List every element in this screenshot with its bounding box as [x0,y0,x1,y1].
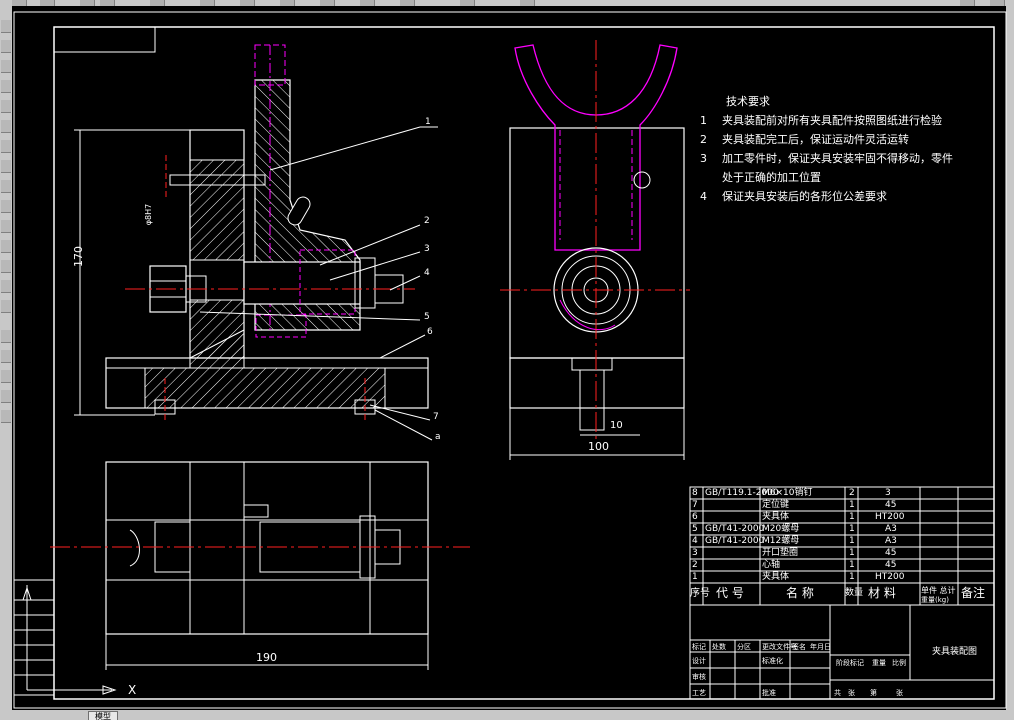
bom-material: 45 [885,500,897,510]
bom-material: A3 [885,536,897,546]
tb-label: 分区 [737,643,751,651]
bom-no: 3 [692,548,698,558]
tb-label: 批准 [762,689,776,697]
callout-a: a [435,432,441,442]
bom-no: 4 [692,536,698,546]
bom-name: 定位键 [762,500,790,510]
tb-label: 工艺 [692,689,706,697]
callout-7: 7 [433,412,439,422]
dimension-fit-10: 10 [610,420,623,431]
bom-name: M6×10销钉 [762,488,813,498]
tb-label: 共 [834,689,841,697]
bom-no: 1 [692,572,698,582]
tb-label: 阶段标记 [836,659,864,667]
bom-qty: 1 [849,500,855,510]
note-item: 处于正确的加工位置 [722,171,821,184]
dimension-190: 190 [256,651,277,664]
bom-name: 夹具体 [762,572,790,582]
bom-header-material: 材 料 [868,586,896,600]
ucs-icon [13,579,117,696]
bom-no: 7 [692,500,698,510]
bom-qty: 1 [849,572,855,582]
top-view [50,461,470,670]
tb-label: 张 [848,689,855,697]
bom-qty: 1 [849,512,855,522]
bom-qty: 1 [849,536,855,546]
callout-3: 3 [424,244,430,254]
tb-label: 年月日 [810,643,831,651]
tb-label: 处数 [712,643,726,651]
bom-material: HT200 [875,512,905,522]
dimension-100: 100 [588,440,609,453]
bom-qty: 1 [849,560,855,570]
bom-material: A3 [885,524,897,534]
bom-header-no: 序号 [690,588,710,599]
side-view [500,40,690,460]
bom-code: GB/T41-2000 [705,524,765,534]
tb-label: 比例 [892,659,906,667]
note-item: 3 加工零件时，保证夹具安装牢固不得移动，零件 [700,152,953,165]
callout-6: 6 [427,327,433,337]
bom-name: 开口垫圈 [762,548,799,558]
bom-name: 心轴 [762,560,781,570]
callout-4: 4 [424,268,430,278]
bom-qty: 1 [849,524,855,534]
tb-label: 签名 [792,643,806,651]
bom-code: GB/T41-2000 [705,536,765,546]
front-section-view [74,44,438,441]
bom-name: 夹具体 [762,512,790,522]
note-item: 1 夹具装配前对所有夹具配件按照图纸进行检验 [700,114,942,127]
drawing-title: 夹具装配图 [932,647,978,657]
dimension-170: 170 [72,246,85,267]
bom-material: 45 [885,548,897,558]
tb-label: 第 [870,689,877,697]
bom-header-note: 备注 [961,586,986,600]
tb-label: 审核 [692,673,706,681]
tb-label: 设计 [692,657,706,665]
bom-no: 6 [692,512,698,522]
tb-label: 标准化 [762,657,783,665]
bom-header-weight-unit: 重量(kg) [921,596,949,604]
note-item: 2 夹具装配完工后，保证运动件灵活运转 [700,133,909,146]
ucs-x-label: X [128,683,137,697]
bom-material: 45 [885,560,897,570]
callout-5: 5 [424,312,430,322]
note-item: 4 保证夹具安装后的各形位公差要求 [700,190,887,203]
bom-name: M20螺母 [762,524,800,534]
bom-header-code: 代 号 [716,586,744,600]
bom-header-qty: 数量 [845,588,864,598]
dimension-fit-h7: φ8H7 [144,203,154,226]
code-box [53,26,156,53]
bom-row: 8 [692,488,698,498]
tb-label: 重量 [872,659,886,667]
bom-no: 2 [692,560,698,570]
bom-qty: 2 [849,488,855,498]
tb-label: 标记 [692,643,706,651]
cad-window: 模型 技术要求 1 夹具装配前对所有夹具配件按照图纸进行检验 2 夹具装配完工后… [0,0,1014,720]
bom-qty: 1 [849,548,855,558]
bom-material: HT200 [875,572,905,582]
bom-header-name: 名 称 [786,586,814,600]
callout-1: 1 [425,117,431,127]
technical-requirements: 技术要求 1 夹具装配前对所有夹具配件按照图纸进行检验 2 夹具装配完工后，保证… [700,92,1000,206]
bom-material: 3 [885,488,891,498]
bom-name: M12螺母 [762,536,800,546]
notes-heading: 技术要求 [726,95,770,108]
callout-2: 2 [424,216,430,226]
bom-no: 5 [692,524,698,534]
tb-label: 张 [896,689,903,697]
